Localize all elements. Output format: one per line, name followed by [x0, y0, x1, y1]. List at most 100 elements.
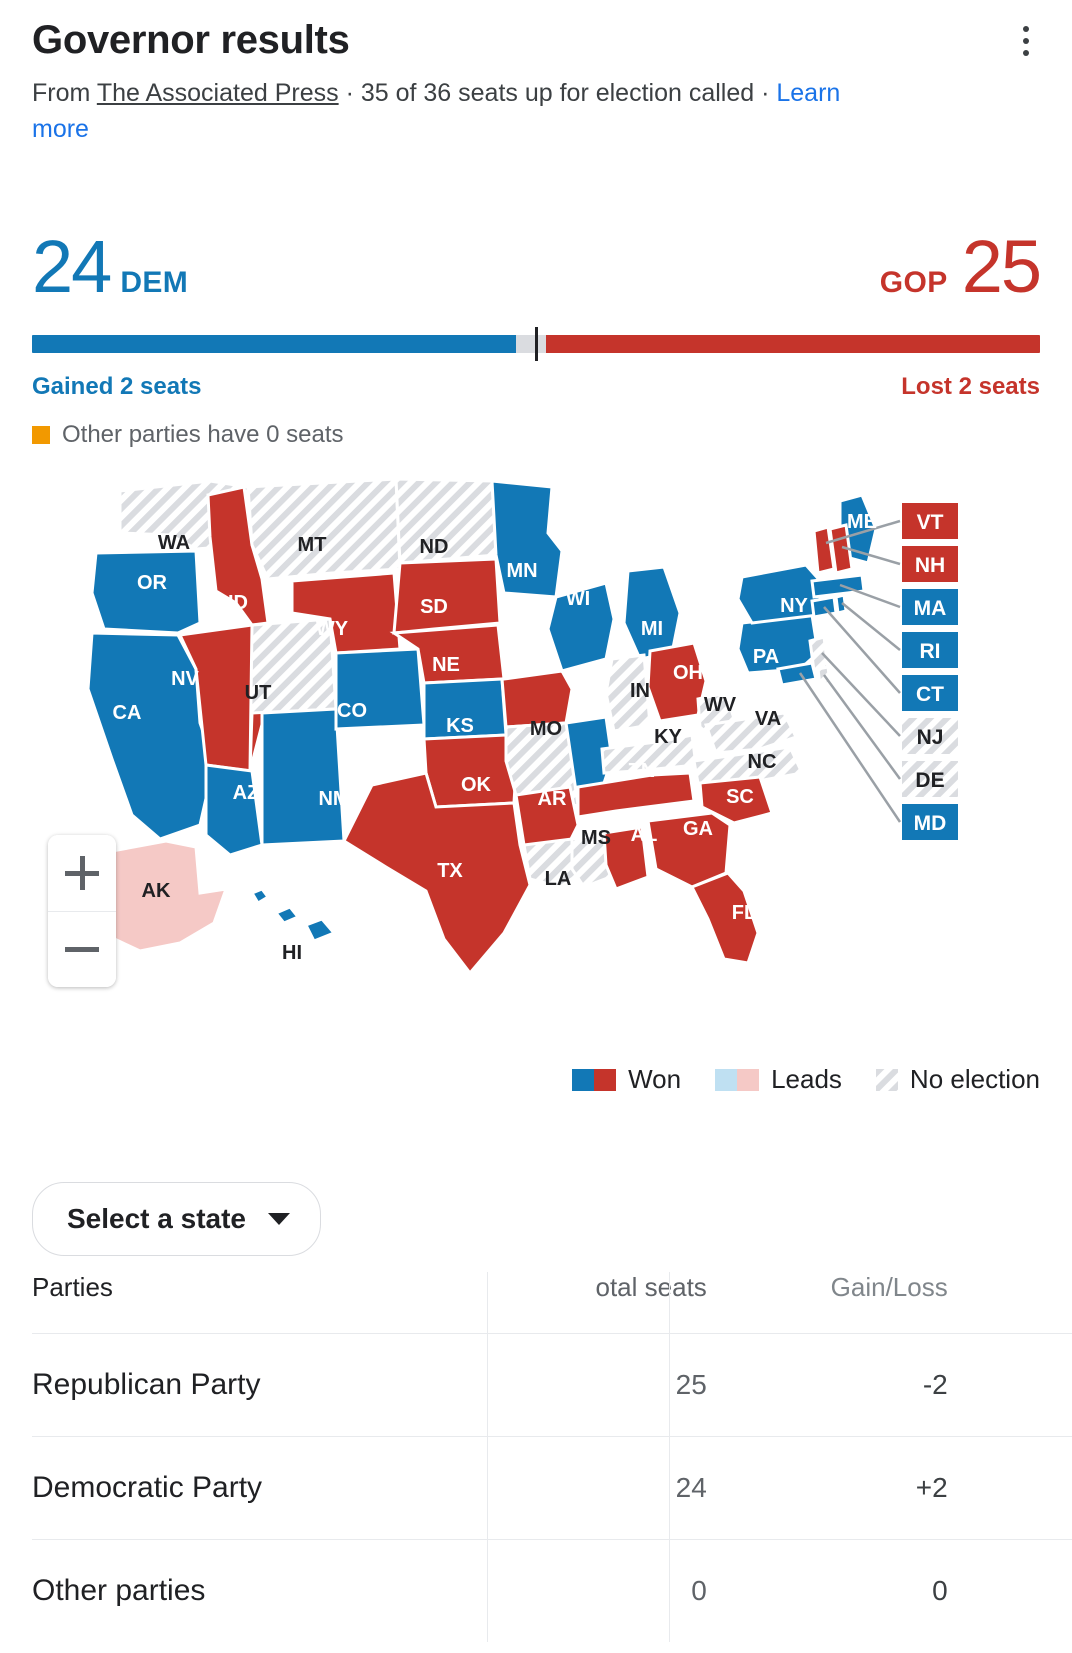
- gop-seat-count: 25: [961, 225, 1042, 309]
- map-label-wi: WI: [566, 588, 590, 610]
- kebab-menu-icon[interactable]: [1010, 20, 1042, 62]
- cell-gain-loss: +2: [915, 1472, 948, 1503]
- select-a-state-button[interactable]: Select a state: [32, 1182, 321, 1256]
- map-label-ak: AK: [142, 880, 171, 902]
- cell-gain-loss: 0: [932, 1575, 948, 1606]
- cell-total-seats: 0: [691, 1575, 707, 1606]
- map-label-mo: MO: [530, 718, 562, 740]
- cell-total-seats: 24: [675, 1472, 707, 1503]
- other-parties-text: Other parties have 0 seats: [62, 421, 344, 448]
- map-label-sc: SC: [726, 786, 754, 808]
- map-label-ia: IA: [524, 644, 544, 666]
- cell-gain-loss: -2: [922, 1369, 948, 1400]
- map-legend: Won Leads No election: [572, 1064, 1040, 1095]
- seat-change-row: Gained 2 seats Lost 2 seats: [32, 373, 1040, 405]
- cell-total-seats: 25: [675, 1369, 707, 1400]
- map-label-co: CO: [337, 700, 367, 722]
- from-prefix: From: [32, 79, 97, 107]
- map-label-ri: RI: [920, 640, 941, 663]
- map-label-nd: ND: [420, 536, 449, 558]
- map-state-mi[interactable]: [622, 565, 682, 661]
- chevron-down-icon: [268, 1213, 290, 1225]
- map-state-nm[interactable]: [260, 707, 346, 847]
- map-state-mt[interactable]: [246, 477, 402, 581]
- state-selector[interactable]: Select a state: [32, 1182, 321, 1256]
- map-callout-leader-md: [798, 672, 902, 823]
- seat-bar-gap-segment: [515, 335, 547, 353]
- map-label-mn: MN: [506, 560, 537, 582]
- seat-bar-gop-segment: [546, 335, 1040, 353]
- dem-party-label: DEM: [120, 266, 189, 300]
- map-label-tx: TX: [437, 860, 463, 882]
- map-label-in: IN: [630, 680, 650, 702]
- seat-bar: [32, 327, 1040, 361]
- col-gain-loss[interactable]: Gain/Loss: [755, 1272, 990, 1334]
- map-label-la: LA: [545, 868, 572, 890]
- legend-item-won: Won: [572, 1064, 681, 1095]
- map-label-nc: NC: [748, 751, 777, 773]
- map-label-ct: CT: [916, 683, 944, 706]
- dem-seat-change: Gained 2 seats: [32, 373, 202, 400]
- map-label-fl: FL: [732, 902, 756, 924]
- col-parties[interactable]: Parties: [32, 1272, 514, 1334]
- table-row[interactable]: Republican Party 25 -2 17: [32, 1333, 1072, 1437]
- col-total-seats[interactable]: otal seats: [514, 1272, 755, 1334]
- dem-tally: 24 DEM: [32, 230, 189, 304]
- map-label-nh: NH: [915, 554, 945, 577]
- map-label-hi: HI: [282, 942, 302, 964]
- map-state-ok[interactable]: [422, 733, 518, 809]
- source-link[interactable]: The Associated Press: [97, 79, 339, 107]
- map-label-ut: UT: [245, 682, 272, 704]
- legend-label-leads: Leads: [771, 1064, 842, 1094]
- legend-item-no-election: No election: [875, 1064, 1040, 1095]
- map-zoom-controls[interactable]: [48, 835, 116, 987]
- other-parties-note: Other parties have 0 seats: [32, 421, 1040, 449]
- minus-icon: [65, 932, 99, 966]
- map-label-wv: WV: [704, 694, 737, 716]
- map-callout-leader-ma: [839, 583, 901, 609]
- source-line: From The Associated Press · 35 of 36 sea…: [32, 76, 852, 147]
- map-label-ma: MA: [914, 597, 947, 620]
- map-label-il: IL: [587, 682, 605, 704]
- map-label-ca: CA: [113, 702, 142, 724]
- leads-swatch-icon: [715, 1068, 760, 1091]
- select-a-state-label: Select a state: [67, 1203, 246, 1234]
- map-zoom-out-button[interactable]: [48, 911, 116, 987]
- map-label-ks: KS: [446, 715, 474, 737]
- map-svg[interactable]: WA OR CA NV ID UT AZ NM MT WY CO ND SD NE KS OK TX MN IA WI…: [0, 473, 1072, 1013]
- gop-seat-change: Lost 2 seats: [901, 373, 1040, 400]
- map-label-de: DE: [915, 769, 944, 792]
- map-label-wy: WY: [316, 618, 349, 640]
- majority-marker: [535, 327, 538, 361]
- card-header: Governor results From The Associated Pre…: [0, 0, 1072, 147]
- map-label-ky: KY: [654, 726, 682, 748]
- table-row[interactable]: Democratic Party 24 +2 18: [32, 1436, 1072, 1540]
- map-label-pa: PA: [753, 646, 779, 668]
- won-swatch-icon: [572, 1068, 617, 1091]
- cell-party: Democratic Party: [32, 1471, 263, 1504]
- map-label-md: MD: [914, 812, 947, 835]
- col-seats-won[interactable]: Seats wo: [990, 1272, 1072, 1334]
- map-label-nj: NJ: [917, 726, 944, 749]
- table-row[interactable]: Other parties 0 0 0: [32, 1539, 1072, 1643]
- seat-tally: 24 DEM GOP 25: [32, 209, 1042, 309]
- gop-tally: GOP 25: [880, 225, 1042, 309]
- map-label-wa: WA: [158, 532, 190, 554]
- legend-item-leads: Leads: [715, 1064, 842, 1095]
- map-label-id: ID: [228, 592, 248, 614]
- us-election-map[interactable]: WA OR CA NV ID UT AZ NM MT WY CO ND SD NE KS OK TX MN IA WI…: [0, 473, 1072, 1033]
- map-state-hi[interactable]: [249, 887, 337, 943]
- cell-seats-won: 18: [990, 1437, 1072, 1540]
- map-label-nm: NM: [318, 788, 349, 810]
- map-label-tn: TN: [629, 760, 656, 782]
- page-title: Governor results: [32, 18, 350, 62]
- table-divider-1: [487, 1272, 488, 1642]
- seat-meta: · 35 of 36 seats up for election called …: [338, 79, 777, 107]
- map-state-az[interactable]: [204, 763, 264, 857]
- parties-table-wrapper[interactable]: Parties otal seats Gain/Loss Seats wo Re…: [0, 1272, 1072, 1642]
- map-label-al: AL: [631, 824, 658, 846]
- map-zoom-in-button[interactable]: [48, 835, 116, 912]
- table-header-row: Parties otal seats Gain/Loss Seats wo: [32, 1272, 1072, 1334]
- legend-label-won: Won: [628, 1064, 682, 1094]
- map-label-mt: MT: [298, 534, 327, 556]
